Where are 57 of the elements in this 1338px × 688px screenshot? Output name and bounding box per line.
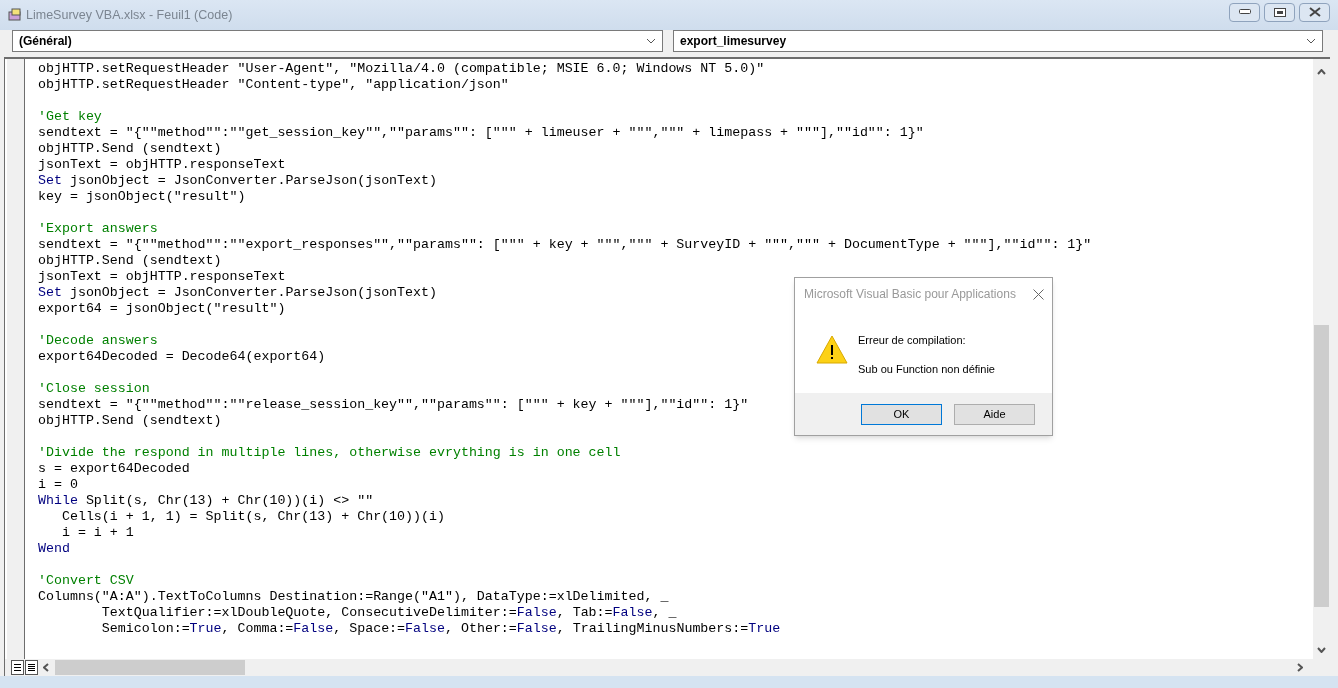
code-line: Cells(i + 1, 1) = Split(s, Chr(13) + Chr(10))(i) (60, 509, 445, 525)
code-comment: 'Get key (38, 109, 102, 125)
object-dropdown[interactable]: (Général) (12, 30, 663, 52)
close-button[interactable] (1299, 2, 1330, 22)
app-icon (8, 8, 22, 22)
dialog-title: Microsoft Visual Basic pour Applications (804, 286, 1017, 303)
scroll-down-icon (1317, 647, 1326, 653)
scroll-up-icon (1317, 69, 1326, 75)
code-line: export64Decoded = Decode64(export64) (38, 349, 326, 365)
scroll-left-icon (43, 663, 49, 672)
code-line: objHTTP.Send (sendtext) (38, 141, 222, 157)
code-line: Semicolon:=True, Comma:=False, Space:=False, Other:=False, TrailingMinusNumbers:=True (100, 621, 781, 637)
module-view-button[interactable] (25, 660, 38, 675)
code-comment: 'Decode answers (38, 333, 158, 349)
chevron-down-icon (646, 38, 656, 44)
code-line: objHTTP.setRequestHeader "Content-type", "application/json" (38, 77, 509, 93)
code-line: TextQualifier:=xlDoubleQuote, ConsecutiveDelimiter:=False, Tab:=False, _ (100, 605, 677, 621)
code-line: jsonText = objHTTP.responseText (38, 157, 286, 173)
dialog-button[interactable]: Aide (954, 403, 1035, 425)
code-line: jsonText = objHTTP.responseText (38, 269, 286, 285)
restore-button[interactable] (1264, 2, 1295, 22)
code-line: sendtext = "{""method"":""release_session_key"",""params"": [""" + key + """],""id"": 1}" (38, 397, 749, 413)
scroll-right-icon (1297, 663, 1303, 672)
dialog-button[interactable]: OK (861, 403, 942, 425)
code-line: key = jsonObject("result") (38, 189, 246, 205)
code-line: s = export64Decoded (38, 461, 190, 477)
warning-icon (816, 335, 848, 364)
code-line: i = 0 (38, 477, 78, 493)
procedure-view-button[interactable] (11, 660, 24, 675)
code-line: Set jsonObject = JsonConverter.ParseJson(jsonText) (38, 173, 437, 189)
code-line: i = i + 1 (60, 525, 134, 541)
code-line: objHTTP.setRequestHeader "User-Agent", "Mozilla/4.0 (compatible; MSIE 6.0; Windows NT 5.0)" (38, 61, 765, 77)
code-comment: 'Divide the respond in multiple lines, otherwise evrything is in one cell (38, 445, 621, 461)
code-comment: 'Convert CSV (38, 573, 134, 589)
minimize-button[interactable] (1229, 2, 1260, 22)
code-line: Set jsonObject = JsonConverter.ParseJson(jsonText) (38, 285, 437, 301)
window-title: LimeSurvey VBA.xlsx - Feuil1 (Code) (26, 6, 233, 24)
code-line: objHTTP.Send (sendtext) (38, 413, 222, 429)
chevron-down-icon (1306, 38, 1316, 44)
close-icon (1308, 7, 1321, 17)
code-line: Columns("A:A").TextToColumns Destination:=Range("A1"), DataType:=xlDelimited, _ (38, 589, 669, 605)
code-line: objHTTP.Send (sendtext) (38, 253, 222, 269)
code-comment: 'Close session (38, 381, 150, 397)
scrollbar-thumb[interactable] (55, 660, 245, 675)
code-line: sendtext = "{""method"":""get_session_key"",""params"": [""" + limeuser + """,""" + limepass + """],""id"": 1}" (38, 125, 924, 141)
scrollbar-thumb[interactable] (1314, 325, 1329, 607)
minimize-icon (1238, 9, 1251, 15)
close-icon[interactable] (1033, 288, 1044, 300)
code-comment: 'Export answers (38, 221, 158, 237)
code-line: sendtext = "{""method"":""export_responses"",""params"": [""" + key + """,""" + SurveyID + """,""" + DocumentType + """],""id"": 1}" (38, 237, 1092, 253)
code-line: While Split(s, Chr(13) + Chr(10))(i) <> "" (38, 493, 374, 509)
restore-icon (1273, 7, 1286, 17)
code-line: Wend (38, 541, 70, 557)
error-heading: Erreur de compilation: (858, 333, 967, 348)
code-line: export64 = jsonObject("result") (38, 301, 286, 317)
procedure-dropdown[interactable]: export_limesurvey (673, 30, 1323, 52)
error-message: Sub ou Function non définie (858, 361, 995, 377)
